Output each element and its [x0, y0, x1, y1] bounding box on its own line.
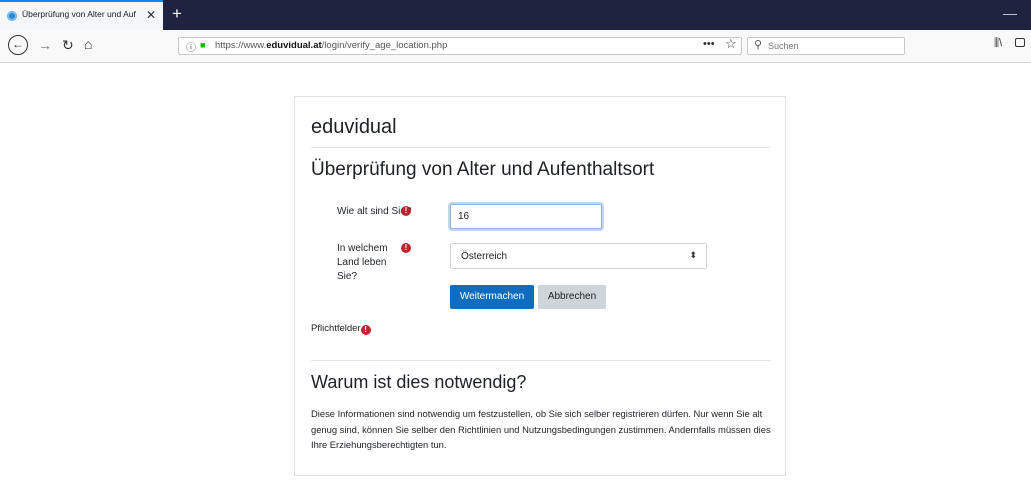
address-bar[interactable]: ⓘ ■ https://www.eduvidual.at/login/verif…: [178, 36, 742, 55]
required-icon: !: [401, 206, 411, 216]
sidebar-icon[interactable]: [1015, 38, 1025, 47]
page-title: Überprüfung von Alter und Aufenthaltsort: [311, 159, 655, 180]
url-text[interactable]: https://www.eduvidual.at/login/verify_ag…: [215, 40, 447, 51]
page-actions-icon[interactable]: •••: [703, 38, 715, 50]
login-card: eduvidual Überprüfung von Alter und Aufe…: [294, 96, 786, 476]
divider: [311, 360, 771, 361]
search-icon: ⚲: [754, 39, 763, 51]
site-favicon-icon: [7, 11, 17, 21]
explanation-text: Diese Informationen sind notwendig um fe…: [311, 408, 771, 450]
active-tab[interactable]: Überprüfung von Alter und Auf ✕: [0, 0, 163, 30]
required-fields-note: Pflichtfelder!: [311, 323, 371, 335]
minimize-button[interactable]: —: [1003, 3, 1017, 23]
tab-strip: Überprüfung von Alter und Auf ✕ + —: [0, 0, 1031, 30]
continue-button[interactable]: Weitermachen: [450, 285, 534, 309]
reload-icon[interactable]: ↻: [62, 35, 74, 55]
library-icon[interactable]: ⫼\: [994, 37, 1002, 50]
select-caret-icon: ⬍: [689, 250, 697, 260]
forward-icon[interactable]: →: [38, 35, 52, 55]
navigation-toolbar: ← → ↻ ⌂ ⓘ ■ https://www.eduvidual.at/log…: [0, 30, 1031, 63]
required-icon: !: [401, 243, 411, 253]
section-heading: Warum ist dies notwendig?: [311, 372, 527, 392]
new-tab-button[interactable]: +: [172, 3, 182, 25]
tab-title: Überprüfung von Alter und Auf: [22, 9, 136, 19]
divider: [311, 147, 771, 148]
bookmark-star-icon[interactable]: ☆: [725, 36, 737, 52]
required-icon: !: [360, 325, 371, 335]
country-select-value: Österreich: [461, 251, 508, 262]
site-name: eduvidual: [311, 116, 397, 138]
tab-close-icon[interactable]: ✕: [146, 7, 156, 23]
age-input[interactable]: [450, 204, 602, 229]
back-icon[interactable]: ←: [8, 35, 28, 55]
info-icon[interactable]: ⓘ: [186, 39, 196, 54]
search-bar[interactable]: ⚲: [747, 37, 905, 55]
home-icon[interactable]: ⌂: [84, 34, 92, 54]
required-fields-label: Pflichtfelder: [311, 323, 361, 334]
search-input[interactable]: [768, 39, 898, 53]
lock-icon[interactable]: ■: [200, 40, 205, 50]
country-label: In welchem Land leben Sie?: [337, 243, 388, 282]
country-select[interactable]: Österreich ⬍: [450, 243, 707, 269]
cancel-button[interactable]: Abbrechen: [538, 285, 606, 309]
